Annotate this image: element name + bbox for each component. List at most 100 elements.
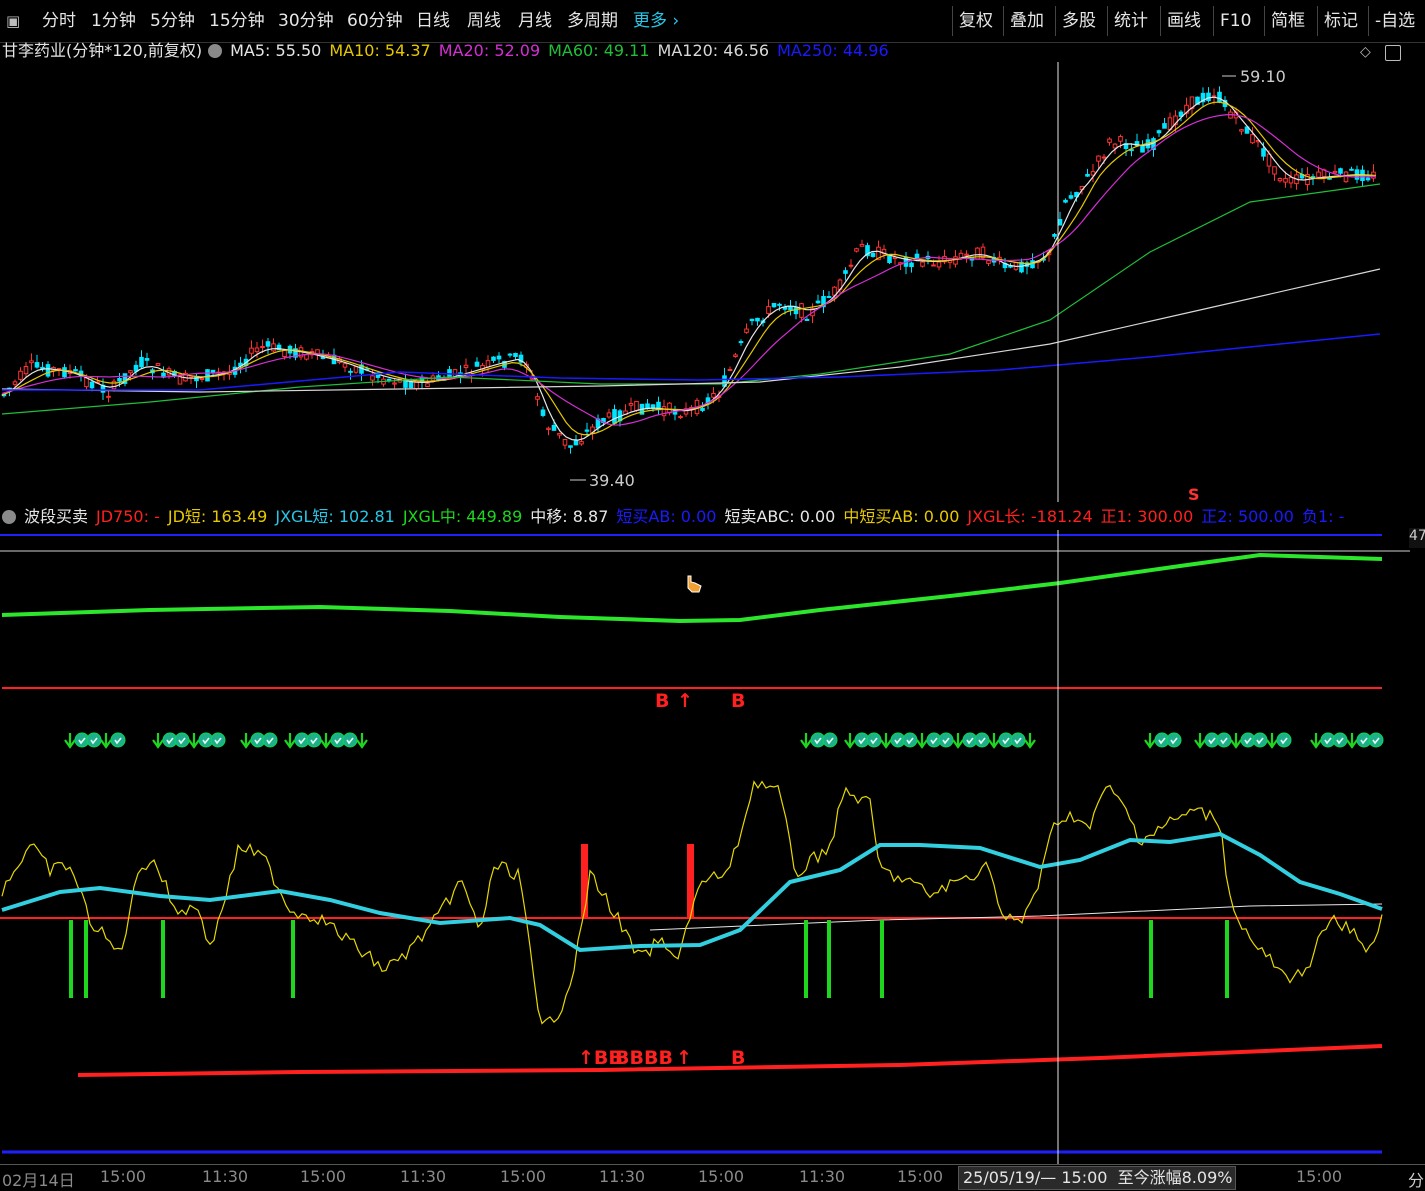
buy-arrow-icon [188, 733, 200, 749]
candle-body [749, 318, 755, 322]
tab-15min[interactable]: 15分钟 [209, 0, 265, 42]
buy-arrow-icon [284, 733, 296, 749]
tab-fenshi[interactable]: 分时 [42, 0, 76, 42]
candle-body [425, 383, 430, 388]
draw-line-button[interactable]: 画线 [1160, 6, 1207, 36]
candle-body [348, 370, 353, 373]
buy-arrow-icon [1024, 733, 1036, 749]
ma-legend: MA5: 55.50 MA10: 54.37 MA20: 52.09 MA60: 49… [230, 41, 897, 60]
green-signal-bar [804, 920, 808, 998]
menu-icon[interactable]: ▣ [6, 0, 20, 42]
coin-icon [902, 732, 918, 748]
x-tick: 15:00 [698, 1167, 745, 1186]
green-signal-bar [84, 920, 88, 998]
candle-body [1101, 156, 1107, 159]
multi-stock-button[interactable]: 多股 [1055, 6, 1102, 36]
candle-body [936, 261, 942, 268]
indicator-value-8: JXGL长: -181.24 [967, 507, 1093, 526]
tab-monthly[interactable]: 月线 [518, 0, 552, 42]
candle-body [711, 392, 716, 398]
candle-body [342, 363, 348, 368]
statistics-button[interactable]: 统计 [1107, 6, 1154, 36]
candle-body [628, 403, 634, 406]
ma250-line [2, 333, 1381, 391]
candle-body [1316, 171, 1321, 178]
candlestick-chart[interactable]: 59.10 39.40 S [0, 62, 1425, 502]
candle-body [804, 318, 810, 321]
tab-5min[interactable]: 5分钟 [150, 0, 195, 42]
candle-body [1057, 219, 1063, 226]
tab-multi-period[interactable]: 多周期 [567, 0, 618, 42]
candle-body [1277, 178, 1283, 182]
buy-marker-lower: BBBB [615, 1047, 673, 1069]
settings-circle-icon[interactable] [208, 44, 223, 58]
candle-body [260, 346, 265, 349]
bottom-red-line [77, 1044, 1383, 1077]
coin-icon [1010, 732, 1026, 748]
indicator-chart[interactable]: B ↑ B↑BBBBBB ↑ B [0, 530, 1425, 1164]
candle-body [1239, 129, 1244, 132]
candle-body [128, 370, 133, 374]
candle-body [1112, 143, 1118, 149]
candle-body [1085, 173, 1090, 177]
gain-label: 至今涨幅8.09% [1117, 1168, 1233, 1187]
candle-body [513, 352, 518, 357]
candle-body [386, 378, 392, 381]
x-tick: 15:00 [100, 1167, 147, 1186]
candle-body [1156, 130, 1162, 134]
more-menu[interactable]: 更多 › [633, 0, 679, 42]
fuquan-button[interactable]: 复权 [952, 6, 999, 36]
f10-button[interactable]: F10 [1213, 6, 1257, 36]
candle-body [496, 355, 502, 360]
coin-icon [1332, 732, 1348, 748]
mark-button[interactable]: 标记 [1317, 6, 1364, 36]
candle-body [859, 243, 865, 247]
candle-body [964, 253, 969, 256]
candle-body [667, 402, 672, 414]
candle-body [931, 264, 936, 267]
green-signal-bar [880, 920, 884, 998]
candle-body [650, 404, 656, 409]
indicator-settings-icon[interactable] [2, 510, 16, 524]
indicator-value-5: 短买AB: 0.00 [616, 507, 717, 526]
ma-label-3: MA60: 49.11 [548, 41, 650, 60]
overlay-button[interactable]: 叠加 [1003, 6, 1050, 36]
tab-weekly[interactable]: 周线 [467, 0, 501, 42]
candle-body [205, 369, 210, 382]
coin-icon [262, 732, 278, 748]
diamond-icon[interactable]: ◇ [1360, 44, 1371, 60]
candle-body [914, 253, 920, 260]
candle-body [788, 306, 793, 311]
window-toggle-icon[interactable] [1385, 45, 1401, 61]
coin-icon [866, 732, 882, 748]
tab-60min[interactable]: 60分钟 [347, 0, 403, 42]
add-watchlist-button[interactable]: -自选 [1368, 6, 1417, 36]
candle-body [1030, 260, 1035, 269]
tab-30min[interactable]: 30分钟 [278, 0, 334, 42]
tab-1min[interactable]: 1分钟 [91, 0, 136, 42]
indicator-value-10: 正2: 500.00 [1201, 507, 1294, 526]
green-signal-bar [827, 920, 831, 998]
candle-body [870, 252, 876, 257]
candle-body [920, 261, 925, 267]
buy-arrow-icon [1266, 733, 1278, 749]
coin-icon [1276, 732, 1292, 748]
coin-icon [210, 732, 226, 748]
candle-body [271, 343, 276, 352]
candle-body [771, 302, 777, 308]
candle-body [1250, 134, 1255, 144]
cursor-time-label: 25/05/19/— 15:00 [963, 1168, 1108, 1187]
buy-arrow-icon [988, 733, 1000, 749]
ma-label-4: MA120: 46.56 [657, 41, 770, 60]
candle-body [12, 381, 18, 385]
tab-daily[interactable]: 日线 [416, 0, 450, 42]
indicator-value-9: 正1: 300.00 [1100, 507, 1194, 526]
candle-body [1283, 178, 1288, 183]
simple-frame-button[interactable]: 简框 [1264, 6, 1311, 36]
low-price-label: 39.40 [589, 471, 635, 490]
green-signal-bar [161, 920, 165, 998]
ma-label-1: MA10: 54.37 [329, 41, 431, 60]
buy-arrow-icon [952, 733, 964, 749]
high-price-label: 59.10 [1240, 67, 1286, 86]
red-signal-bar [581, 844, 588, 918]
